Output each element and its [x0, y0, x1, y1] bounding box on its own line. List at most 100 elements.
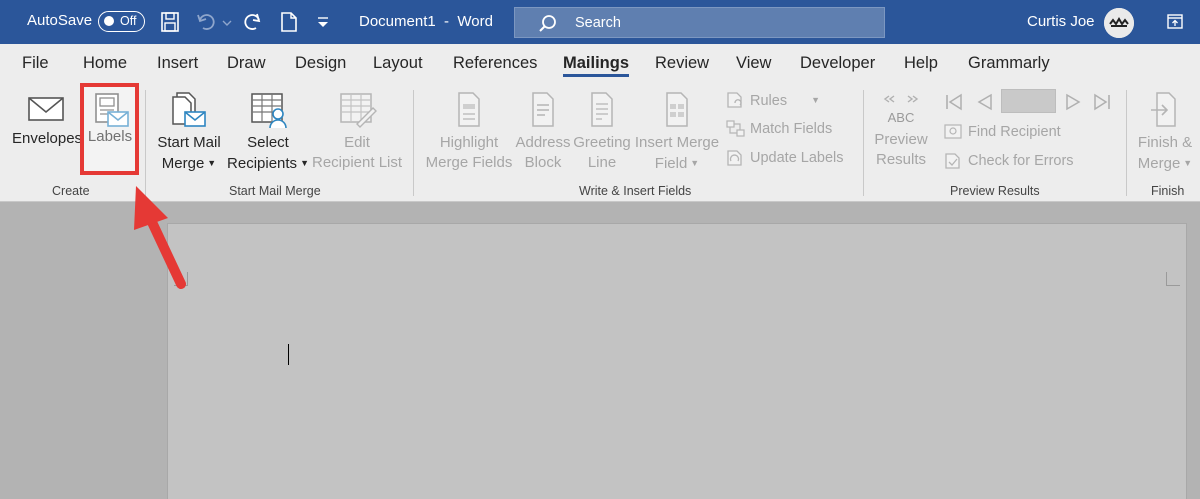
- edit-recipient-list-icon: [340, 93, 377, 128]
- start-mail-merge-icon: [172, 92, 206, 127]
- autosave-label: AutoSave: [27, 12, 93, 29]
- tab-help[interactable]: Help: [904, 54, 938, 73]
- search-box[interactable]: Search: [514, 7, 885, 38]
- tab-insert[interactable]: Insert: [157, 54, 198, 73]
- text-cursor: [288, 344, 289, 365]
- avatar-image-icon: [1104, 8, 1134, 38]
- select-recipients-button[interactable]: Select Recipients ▼: [226, 90, 310, 174]
- envelopes-button[interactable]: Envelopes: [12, 92, 82, 149]
- last-record-icon[interactable]: [1092, 93, 1112, 111]
- document-title: Document1 - Word: [359, 13, 493, 30]
- tab-developer[interactable]: Developer: [800, 54, 875, 73]
- chevron-down-icon: ▼: [207, 158, 217, 168]
- finish-merge-line2: Merge: [1137, 155, 1181, 172]
- envelope-icon: [28, 97, 64, 121]
- select-recipients-line2: Recipients: [227, 155, 298, 172]
- write-insert-fields-group-label: Write & Insert Fields: [579, 184, 692, 198]
- undo-dropdown-icon[interactable]: [221, 11, 233, 33]
- check-for-errors-button[interactable]: Check for Errors: [944, 150, 1074, 172]
- autosave-toggle[interactable]: Off: [98, 11, 145, 32]
- preview-results-button[interactable]: ABC Preview Results: [869, 90, 933, 170]
- search-placeholder: Search: [575, 15, 621, 31]
- toggle-knob: [104, 16, 114, 26]
- preview-arrows-icon: [883, 95, 919, 103]
- update-labels-button[interactable]: Update Labels: [726, 147, 844, 169]
- preview-results-group-label: Preview Results: [950, 184, 1040, 198]
- user-name[interactable]: Curtis Joe: [1027, 13, 1095, 30]
- insert-merge-field-line2: Field: [654, 155, 688, 172]
- tab-grammarly[interactable]: Grammarly: [968, 54, 1050, 73]
- find-recipient-button[interactable]: Find Recipient: [944, 121, 1061, 143]
- undo-icon[interactable]: [195, 11, 217, 33]
- labels-highlight-box: [80, 83, 139, 175]
- insert-merge-field-line1: Insert Merge: [634, 134, 720, 151]
- title-bar: AutoSave Off Document1 - Word Search Cur…: [0, 0, 1200, 44]
- insert-merge-field-icon: [666, 92, 688, 127]
- tab-mailings[interactable]: Mailings: [563, 54, 629, 73]
- start-mail-merge-line2: Merge: [161, 155, 205, 172]
- ribbon-display-options-icon[interactable]: [1166, 13, 1184, 31]
- new-document-icon[interactable]: [280, 11, 298, 33]
- address-block-button[interactable]: Address Block: [514, 90, 572, 173]
- group-separator: [1126, 90, 1127, 196]
- autosave-state: Off: [120, 14, 137, 28]
- finish-merge-button[interactable]: Finish & Merge ▼: [1132, 90, 1198, 174]
- address-block-line2: Block: [524, 154, 562, 171]
- chevron-down-icon: ▼: [811, 95, 820, 105]
- document-page[interactable]: [167, 223, 1187, 499]
- redo-icon[interactable]: [242, 11, 264, 33]
- tab-view[interactable]: View: [736, 54, 771, 73]
- tab-draw[interactable]: Draw: [227, 54, 266, 73]
- create-group-label: Create: [52, 184, 90, 198]
- preview-results-line2: Results: [875, 151, 927, 168]
- tab-file[interactable]: File: [22, 54, 49, 73]
- finish-group-label: Finish: [1151, 184, 1185, 198]
- chevron-down-icon: ▼: [690, 158, 700, 168]
- record-number-field[interactable]: [1001, 89, 1056, 113]
- avatar[interactable]: [1104, 8, 1134, 38]
- edit-recipient-list-line2: Recipient List: [312, 154, 403, 171]
- next-record-icon[interactable]: [1063, 93, 1083, 111]
- match-fields-icon: [726, 120, 745, 137]
- preview-results-line1: Preview: [874, 131, 928, 148]
- pointer-arrow-icon: [134, 186, 186, 289]
- start-mail-merge-button[interactable]: Start Mail Merge ▼: [154, 90, 224, 174]
- greeting-line-line2: Line: [587, 154, 617, 171]
- first-record-icon[interactable]: [944, 93, 964, 111]
- previous-record-icon[interactable]: [975, 93, 995, 111]
- highlight-merge-fields-button[interactable]: Highlight Merge Fields: [424, 90, 514, 173]
- edit-recipient-list-button[interactable]: Edit Recipient List: [312, 90, 402, 173]
- start-mail-merge-line1: Start Mail: [157, 134, 221, 151]
- address-block-icon: [532, 92, 554, 127]
- page-corner-mark: [1166, 272, 1180, 286]
- update-labels-icon: [727, 150, 742, 166]
- tab-review[interactable]: Review: [655, 54, 709, 73]
- check-for-errors-label: Check for Errors: [968, 153, 1074, 169]
- select-recipients-icon: [251, 93, 287, 129]
- highlight-merge-fields-line1: Highlight: [439, 134, 499, 151]
- chevron-down-icon: ▼: [300, 158, 309, 168]
- find-recipient-label: Find Recipient: [968, 124, 1061, 140]
- check-for-errors-icon: [945, 153, 960, 169]
- highlight-merge-fields-line2: Merge Fields: [425, 154, 513, 171]
- insert-merge-field-button[interactable]: Insert Merge Field ▼: [632, 90, 722, 174]
- rules-icon: [727, 92, 742, 108]
- tab-layout[interactable]: Layout: [373, 54, 423, 73]
- save-icon[interactable]: [160, 11, 180, 33]
- highlight-merge-fields-icon: [458, 92, 480, 127]
- tab-references[interactable]: References: [453, 54, 537, 73]
- address-block-line1: Address: [515, 134, 571, 151]
- greeting-line-button[interactable]: Greeting Line: [572, 90, 632, 173]
- customize-toolbar-icon[interactable]: [315, 11, 331, 33]
- start-mail-merge-group-label: Start Mail Merge: [229, 184, 321, 198]
- tab-home[interactable]: Home: [83, 54, 127, 73]
- tab-design[interactable]: Design: [295, 54, 346, 73]
- finish-merge-icon: [1151, 92, 1176, 127]
- find-recipient-icon: [944, 124, 962, 139]
- match-fields-button[interactable]: Match Fields: [726, 118, 832, 140]
- edit-recipient-list-line1: Edit: [344, 134, 370, 151]
- group-separator: [413, 90, 414, 196]
- ribbon-tabs: File Home Insert Draw Design Layout Refe…: [0, 44, 1200, 84]
- rules-button[interactable]: Rules ▼: [726, 89, 820, 111]
- greeting-line-line1: Greeting: [573, 134, 631, 151]
